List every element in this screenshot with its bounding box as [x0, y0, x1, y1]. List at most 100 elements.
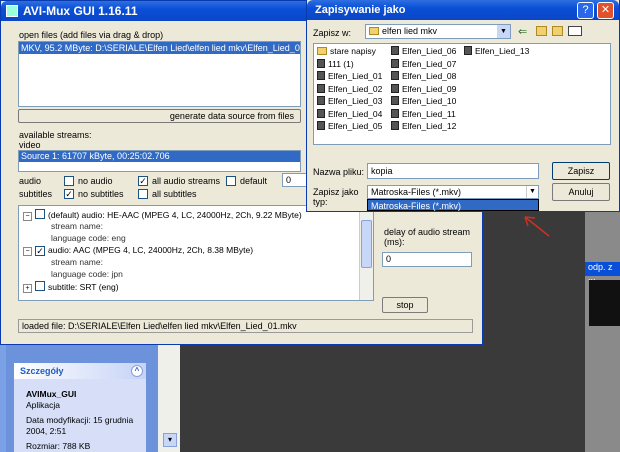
default-checkbox[interactable]	[226, 176, 236, 186]
back-icon[interactable]: ⇐	[518, 25, 527, 38]
delay-input[interactable]: 0	[382, 252, 472, 267]
save-as-type-dropdown[interactable]: Matroska-Files (*.mkv)	[367, 199, 539, 211]
video-file-icon	[391, 46, 399, 55]
up-folder-icon[interactable]	[536, 26, 547, 36]
new-folder-icon[interactable]	[552, 26, 563, 36]
all-subtitles-label: all subtitles	[152, 189, 197, 199]
background-window: odp. z ...	[585, 200, 620, 452]
streams-tree[interactable]: − (default) audio: HE-AAC (MPEG 4, LC, 24…	[18, 205, 374, 301]
video-file-icon	[317, 83, 325, 93]
details-modified: Data modyfikacji: 15 grudnia 2004, 2:51	[26, 415, 134, 436]
file-item[interactable]: Elfen_Lied_13	[464, 46, 529, 58]
save-as-type-select[interactable]: Matroska-Files (*.mkv) ▼	[367, 185, 539, 199]
video-file-icon	[317, 58, 325, 68]
no-audio-checkbox[interactable]	[64, 176, 74, 186]
details-header[interactable]: Szczegóły ^	[14, 363, 146, 379]
view-menu-icon[interactable]	[568, 26, 582, 36]
chevron-up-icon[interactable]: ^	[131, 365, 143, 377]
file-item-label: Elfen_Lied_09	[402, 83, 457, 94]
file-item-label: Elfen_Lied_03	[328, 96, 383, 106]
file-item-label: Elfen_Lied_01	[328, 71, 383, 81]
file-item[interactable]: Elfen_Lied_04	[317, 108, 383, 121]
scroll-thumb[interactable]	[361, 220, 372, 268]
source-list[interactable]: Source 1: 61707 kByte, 00:25:02.706	[18, 150, 301, 172]
file-item[interactable]: Elfen_Lied_07	[391, 58, 456, 71]
background-window-title: odp. z ...	[585, 262, 620, 282]
default-value-input[interactable]: 0	[282, 173, 308, 187]
video-file-icon	[391, 71, 399, 80]
details-panel: Szczegóły ^ AVIMux_GUI Aplikacja Data mo…	[14, 363, 146, 452]
tree-node[interactable]: − (default) audio: HE-AAC (MPEG 4, LC, 24…	[23, 209, 302, 221]
tree-checkbox[interactable]	[35, 281, 45, 291]
tree-checkbox[interactable]	[35, 209, 45, 219]
tree-node-label: audio: AAC (MPEG 4, LC, 24000Hz, 2Ch, 8.…	[48, 245, 254, 255]
tree-child[interactable]: language code: eng	[51, 233, 126, 243]
file-item[interactable]: Elfen_Lied_09	[391, 83, 457, 96]
expand-icon[interactable]: +	[23, 284, 32, 293]
file-item-label: Elfen_Lied_04	[328, 108, 383, 119]
cancel-button[interactable]: Anuluj	[552, 183, 610, 201]
scroll-down-icon[interactable]: ▾	[163, 433, 177, 447]
save-in-select[interactable]: elfen lied mkv ▼	[365, 24, 511, 39]
video-file-icon	[391, 108, 399, 118]
file-entry[interactable]: MKV, 95.2 MByte: D:\SERIALE\Elfen Lied\e…	[19, 42, 300, 54]
expand-icon[interactable]: −	[23, 212, 32, 221]
explorer-scrollbar[interactable]: ▾	[158, 345, 180, 452]
close-icon[interactable]: ✕	[597, 2, 614, 19]
no-subtitles-label: no subtitles	[78, 189, 124, 199]
expand-icon[interactable]: −	[23, 247, 32, 256]
chevron-down-icon[interactable]: ▼	[497, 25, 510, 38]
file-item[interactable]: stare napisy	[317, 46, 376, 58]
help-icon[interactable]: ?	[577, 2, 594, 19]
file-item[interactable]: Elfen_Lied_08	[391, 71, 456, 83]
open-files-label: open files (add files via drag & drop)	[19, 30, 164, 40]
source-entry[interactable]: Source 1: 61707 kByte, 00:25:02.706	[19, 151, 300, 162]
tree-checkbox[interactable]: ✓	[35, 246, 45, 256]
file-list[interactable]: stare napisy 111 (1) Elfen_Lied_01 Elfen_Li…	[313, 43, 611, 145]
folder-icon	[317, 47, 327, 55]
video-file-icon	[464, 46, 472, 55]
file-item[interactable]: Elfen_Lied_12	[391, 121, 456, 133]
file-item[interactable]: Elfen_Lied_02	[317, 83, 382, 96]
all-audio-streams-checkbox[interactable]: ✓	[138, 176, 148, 186]
folder-icon	[369, 27, 379, 35]
open-files-list[interactable]: MKV, 95.2 MByte: D:\SERIALE\Elfen Lied\e…	[18, 41, 301, 107]
save-in-value: elfen lied mkv	[382, 26, 438, 36]
file-item[interactable]: Elfen_Lied_06	[391, 46, 456, 58]
file-item[interactable]: Elfen_Lied_05	[317, 121, 382, 133]
status-bar: loaded file: D:\SERIALE\Elfen Lied\elfen…	[18, 319, 473, 333]
tree-node[interactable]: + subtitle: SRT (eng)	[23, 281, 119, 293]
stop-button[interactable]: stop	[382, 297, 428, 313]
save-dialog: Zapisywanie jako ? ✕ Zapisz w: elfen lie…	[306, 0, 620, 212]
tree-child[interactable]: stream name:	[51, 221, 103, 231]
file-item-label: 111 (1)	[328, 58, 354, 69]
video-file-icon	[317, 96, 325, 105]
file-item[interactable]: 111 (1)	[317, 58, 354, 71]
subtitles-label: subtitles	[19, 189, 53, 199]
tree-node-label: subtitle: SRT (eng)	[48, 282, 119, 292]
generate-data-source-button[interactable]: generate data source from files	[18, 109, 301, 123]
tree-node[interactable]: − ✓ audio: AAC (MPEG 4, LC, 24000Hz, 2Ch, …	[23, 245, 253, 257]
file-item-label: Elfen_Lied_05	[328, 121, 383, 131]
delay-label: delay of audio stream (ms):	[384, 227, 471, 247]
tree-scrollbar[interactable]	[359, 206, 373, 300]
video-file-icon	[317, 71, 325, 80]
file-item[interactable]: Elfen_Lied_10	[391, 96, 456, 108]
video-file-icon	[391, 96, 399, 105]
tree-node-label: (default) audio: HE-AAC (MPEG 4, LC, 240…	[48, 210, 302, 220]
all-subtitles-checkbox[interactable]	[138, 189, 148, 199]
filename-input[interactable]: kopia	[367, 163, 539, 179]
file-item[interactable]: Elfen_Lied_03	[317, 96, 382, 108]
file-item-label: Elfen_Lied_10	[402, 96, 457, 106]
save-button[interactable]: Zapisz	[552, 162, 610, 180]
tree-child[interactable]: language code: jpn	[51, 269, 123, 279]
save-dialog-titlebar[interactable]: Zapisywanie jako	[307, 0, 619, 20]
filename-label: Nazwa pliku:	[313, 167, 365, 177]
background-dark-pane	[589, 280, 620, 326]
chevron-down-icon[interactable]: ▼	[526, 186, 538, 198]
no-subtitles-checkbox[interactable]: ✓	[64, 189, 74, 199]
file-item[interactable]: Elfen_Lied_01	[317, 71, 382, 83]
tree-child[interactable]: stream name:	[51, 257, 103, 267]
annotation-arrow	[524, 216, 550, 237]
file-item[interactable]: Elfen_Lied_11	[391, 108, 456, 121]
